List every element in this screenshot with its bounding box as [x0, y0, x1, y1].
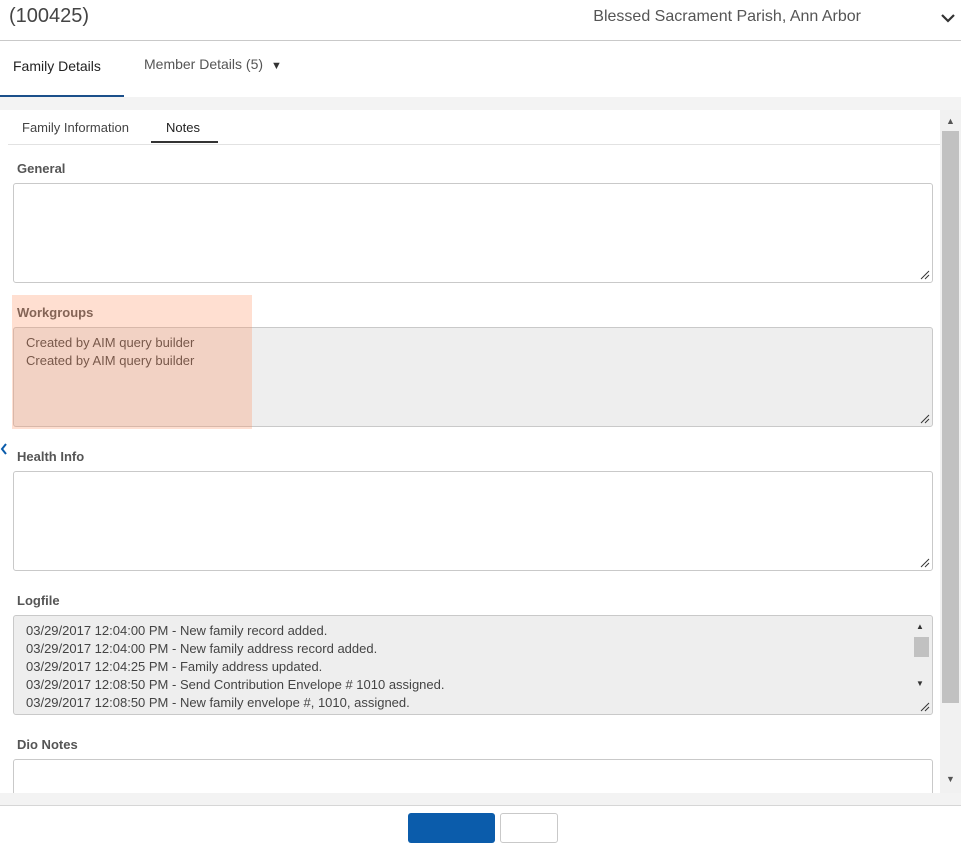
dio-notes-label: Dio Notes — [17, 737, 78, 752]
logfile-label: Logfile — [17, 593, 60, 608]
content-divider — [0, 97, 961, 110]
primary-button[interactable] — [408, 813, 495, 843]
log-line: 03/29/2017 12:08:50 PM - New family enve… — [26, 695, 410, 710]
log-line: 03/29/2017 12:04:00 PM - New family addr… — [26, 641, 378, 656]
workgroup-line: Created by AIM query builder — [26, 335, 195, 350]
tab-member-details-label: Member Details (5) — [144, 56, 264, 72]
record-id: (100425) — [9, 5, 90, 27]
dio-notes-textarea[interactable] — [13, 759, 933, 793]
panel-scrollbar[interactable]: ▲ ▼ — [940, 110, 961, 793]
health-info-label: Health Info — [17, 449, 85, 464]
tab-family-details-label: Family Details — [13, 58, 101, 74]
caret-down-icon: ▼ — [271, 60, 282, 72]
workgroups-textarea[interactable]: Created by AIM query builder Created by … — [13, 327, 933, 427]
logfile-text: 03/29/2017 12:04:00 PM - New family reco… — [26, 622, 444, 712]
secondary-button[interactable] — [500, 813, 558, 843]
scroll-up-icon[interactable]: ▲ — [916, 622, 924, 631]
log-line: 03/29/2017 12:04:00 PM - New family reco… — [26, 623, 328, 638]
resize-grip-icon[interactable] — [920, 414, 930, 424]
record-header: (100425) Blessed Sacrament Parish, Ann A… — [0, 0, 961, 41]
workgroup-line: Created by AIM query builder — [26, 353, 195, 368]
main-tabs: Family Details Member Details (5) ▼ — [0, 41, 961, 98]
resize-grip-icon[interactable] — [920, 270, 930, 280]
logfile-textarea[interactable]: 03/29/2017 12:04:00 PM - New family reco… — [13, 615, 933, 715]
workgroups-text: Created by AIM query builder Created by … — [26, 334, 194, 370]
tab-notes[interactable]: Notes — [151, 110, 218, 143]
scroll-down-icon[interactable]: ▼ — [916, 679, 924, 688]
resize-grip-icon[interactable] — [920, 702, 930, 712]
sub-tabs: Family Information Notes — [8, 110, 940, 145]
resize-grip-icon[interactable] — [920, 558, 930, 568]
parish-name: Blessed Sacrament Parish, Ann Arbor — [593, 8, 861, 25]
tab-member-details[interactable]: Member Details (5) ▼ — [144, 56, 282, 72]
general-textarea[interactable] — [13, 183, 933, 283]
footer-bar — [0, 805, 961, 843]
scroll-up-icon[interactable]: ▲ — [946, 116, 955, 126]
log-line: 03/29/2017 12:04:25 PM - Family address … — [26, 659, 323, 674]
tab-family-details[interactable]: Family Details — [0, 41, 124, 98]
scroll-thumb[interactable] — [942, 131, 959, 703]
scroll-down-icon[interactable]: ▼ — [946, 774, 955, 784]
chevron-left-icon[interactable] — [0, 440, 8, 458]
tab-notes-label: Notes — [166, 120, 200, 135]
notes-panel: Family Information Notes General Workgro… — [8, 110, 940, 793]
content-divider — [0, 793, 961, 805]
log-line: 03/29/2017 12:08:50 PM - Send Contributi… — [26, 677, 445, 692]
scroll-thumb[interactable] — [914, 637, 929, 657]
chevron-down-icon[interactable] — [939, 9, 957, 27]
health-info-textarea[interactable] — [13, 471, 933, 571]
general-label: General — [17, 161, 66, 176]
tab-family-information[interactable]: Family Information — [22, 120, 129, 135]
logfile-scrollbar[interactable]: ▲ ▼ — [911, 617, 931, 713]
workgroups-label: Workgroups — [17, 305, 94, 320]
